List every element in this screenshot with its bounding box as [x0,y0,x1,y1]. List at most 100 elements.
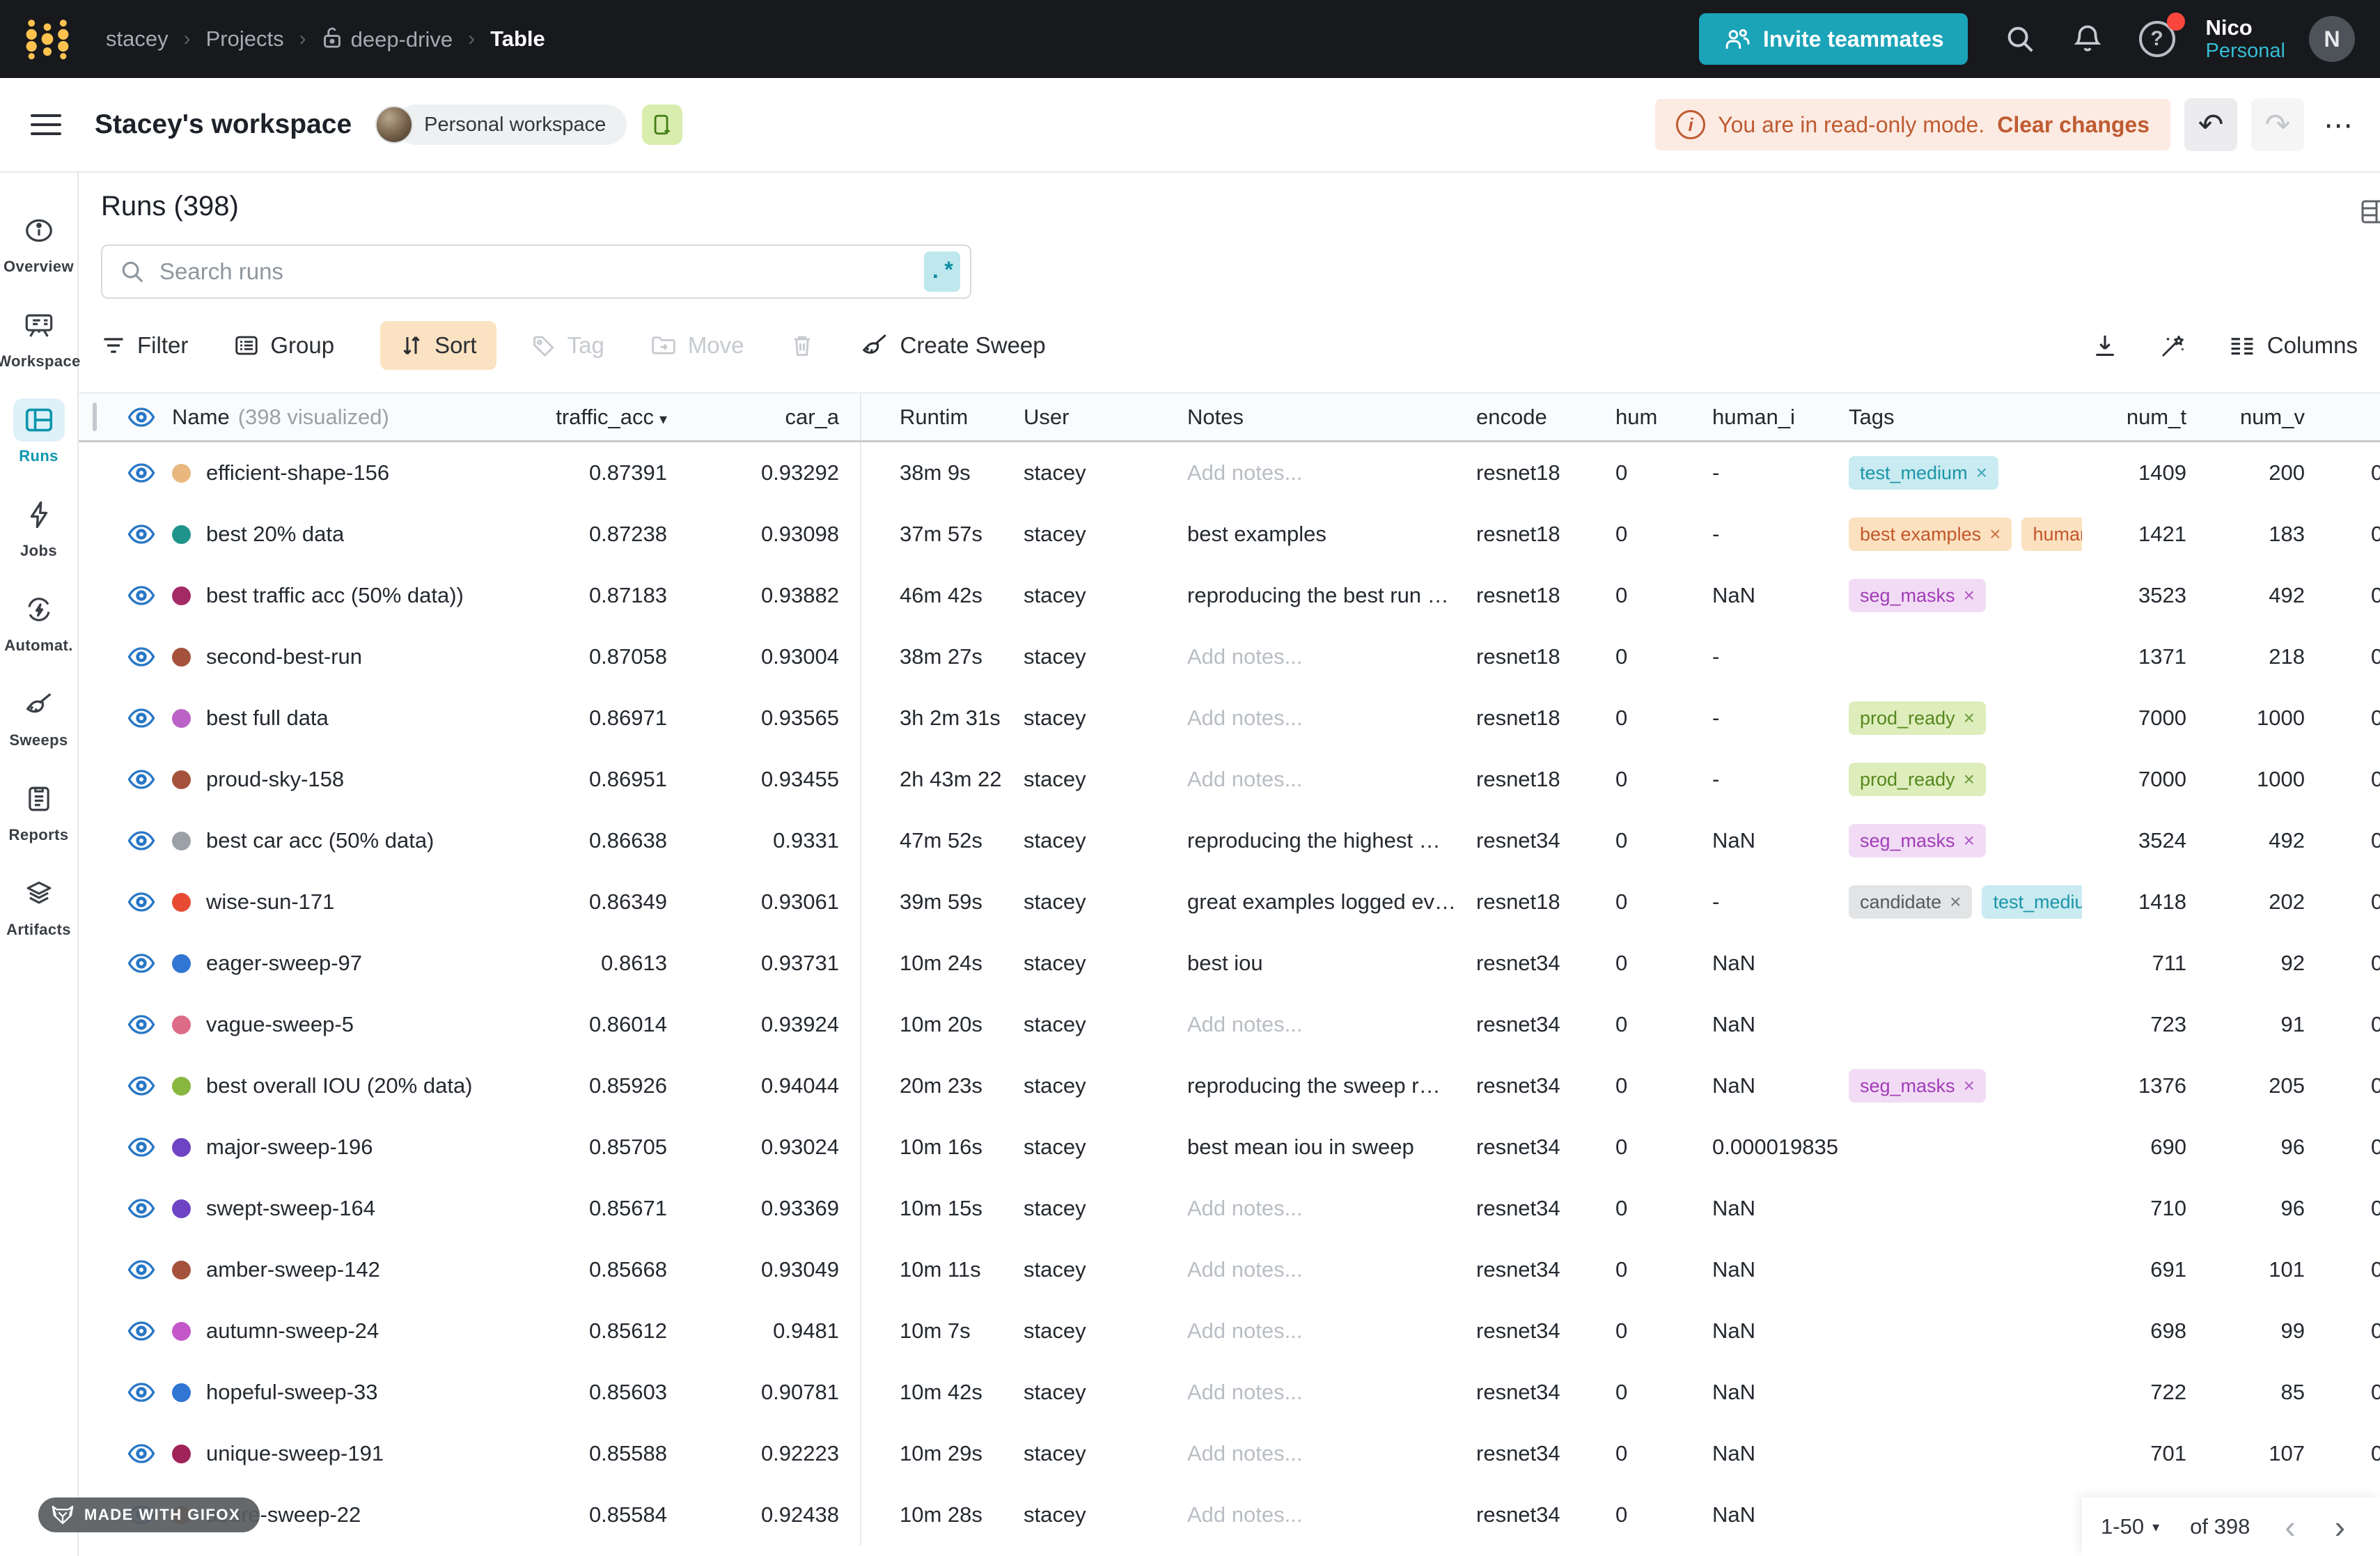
run-name-cell[interactable]: eager-sweep-97 [162,951,538,976]
header-runtime[interactable]: Runtim [860,394,1024,440]
run-name-cell[interactable]: proud-sky-158 [162,767,538,792]
notes-cell[interactable]: Add notes... [1187,1196,1476,1221]
panel-layout-icon[interactable] [2359,198,2380,226]
visualize-run-eye-icon[interactable] [120,768,162,791]
prev-page-button[interactable]: ‹ [2280,1511,2299,1543]
help-icon[interactable]: ? [2139,21,2175,57]
notes-cell[interactable]: Add notes... [1187,644,1476,669]
remove-tag-icon[interactable]: × [1964,768,1975,791]
sidebar-item-artifacts[interactable]: Artifacts [0,859,78,954]
header-num-v[interactable]: num_v [2186,405,2305,430]
more-options-button[interactable]: ⋯ [2324,108,2355,142]
notes-cell[interactable]: reproducing the best run … [1187,583,1476,608]
visualize-run-eye-icon[interactable] [120,1320,162,1342]
visualize-run-eye-icon[interactable] [120,584,162,607]
workspace-type-badge[interactable]: Personal workspace [396,104,627,145]
visualize-run-eye-icon[interactable] [120,1136,162,1158]
notifications-bell-icon[interactable] [2072,23,2103,55]
filter-button[interactable]: Filter [101,332,188,359]
sidebar-item-reports[interactable]: Reports [0,765,78,859]
run-name-cell[interactable]: unique-sweep-191 [162,1441,538,1466]
run-name-cell[interactable]: best overall IOU (20% data) [162,1073,538,1098]
breadcrumb-project[interactable]: deep-drive [322,26,453,52]
run-name-cell[interactable]: best traffic acc (50% data)) [162,583,538,608]
run-name-cell[interactable]: amber-sweep-142 [162,1257,538,1282]
header-num-t[interactable]: num_t [2082,405,2186,430]
header-hum[interactable]: hum [1608,405,1709,430]
breadcrumb-entity[interactable]: stacey [106,26,169,52]
run-name-cell[interactable]: autumn-sweep-24 [162,1318,538,1344]
next-page-button[interactable]: › [2331,1511,2349,1543]
redo-button[interactable]: ↷ [2251,98,2304,151]
sidebar-item-sweeps[interactable]: Sweeps [0,670,78,765]
move-button[interactable]: Move [650,332,744,359]
run-name-cell[interactable]: wise-sun-171 [162,889,538,915]
run-name-cell[interactable]: vague-sweep-5 [162,1012,538,1037]
export-download-button[interactable] [2092,332,2118,359]
page-size-select[interactable]: 1-50▾ [2101,1514,2159,1539]
visualize-run-eye-icon[interactable] [120,462,162,484]
header-name[interactable]: Name (398 visualized) [162,405,538,430]
notes-cell[interactable]: great examples logged ev… [1187,889,1476,915]
remove-tag-icon[interactable]: × [1964,1075,1975,1097]
clear-changes-link[interactable]: Clear changes [1997,112,2150,138]
regex-toggle[interactable]: .* [924,251,960,292]
run-name-cell[interactable]: best 20% data [162,522,538,547]
remove-tag-icon[interactable]: × [1964,830,1975,852]
undo-button[interactable]: ↶ [2184,98,2237,151]
notes-cell[interactable]: best mean iou in sweep [1187,1135,1476,1160]
visualize-run-eye-icon[interactable] [120,1197,162,1220]
notes-cell[interactable]: Add notes... [1187,1012,1476,1037]
notes-cell[interactable]: Add notes... [1187,1380,1476,1405]
notes-cell[interactable]: Add notes... [1187,460,1476,485]
sort-button[interactable]: Sort [380,321,496,370]
notes-cell[interactable]: reproducing the highest … [1187,828,1476,853]
visualize-run-eye-icon[interactable] [120,646,162,668]
visualize-run-eye-icon[interactable] [120,891,162,913]
run-name-cell[interactable]: swept-sweep-164 [162,1196,538,1221]
notes-cell[interactable]: Add notes... [1187,1502,1476,1527]
visualize-run-eye-icon[interactable] [120,1442,162,1465]
header-traffic-acc[interactable]: traffic_acc▾ [538,405,667,430]
invite-teammates-button[interactable]: Invite teammates [1699,13,1968,65]
header-human-i[interactable]: human_i [1709,405,1849,430]
run-name-cell[interactable]: best full data [162,706,538,731]
sidebar-item-jobs[interactable]: Jobs [0,481,78,575]
remove-tag-icon[interactable]: × [1989,523,2001,545]
header-user[interactable]: User [1024,405,1187,430]
visualize-run-eye-icon[interactable] [120,1013,162,1036]
visualize-run-eye-icon[interactable] [120,1259,162,1281]
global-search-icon[interactable] [2004,23,2036,55]
header-car-a[interactable]: car_a [667,405,860,430]
remove-tag-icon[interactable]: × [1964,584,1975,607]
select-all-checkbox[interactable] [93,403,97,431]
magic-wand-button[interactable] [2159,332,2188,359]
tag-button[interactable]: Tag [531,332,604,359]
header-tags[interactable]: Tags [1849,405,2082,430]
workspace-menu-icon[interactable] [31,114,61,135]
visualize-run-eye-icon[interactable] [120,707,162,729]
remove-tag-icon[interactable]: × [1964,707,1975,729]
delete-button[interactable] [790,333,814,358]
notes-cell[interactable]: Add notes... [1187,706,1476,731]
run-name-cell[interactable]: hopeful-sweep-33 [162,1380,538,1405]
remove-tag-icon[interactable]: × [1976,462,1987,484]
notes-cell[interactable]: Add notes... [1187,1318,1476,1344]
create-sweep-button[interactable]: Create Sweep [860,332,1046,359]
search-runs-input[interactable] [159,258,924,285]
visualize-run-eye-icon[interactable] [120,952,162,974]
visualize-all-eye-icon[interactable] [120,406,162,428]
notes-cell[interactable]: best iou [1187,951,1476,976]
user-menu[interactable]: Nico Personal [2206,15,2285,63]
run-name-cell[interactable]: major-sweep-196 [162,1135,538,1160]
notes-cell[interactable]: Add notes... [1187,767,1476,792]
sidebar-item-automations[interactable]: Automat. [0,575,78,670]
remove-tag-icon[interactable]: × [1950,891,1961,913]
notes-cell[interactable]: Add notes... [1187,1257,1476,1282]
user-avatar[interactable]: N [2309,16,2355,62]
visualize-run-eye-icon[interactable] [120,1381,162,1403]
notes-cell[interactable]: Add notes... [1187,1441,1476,1466]
header-encoder[interactable]: encode [1476,405,1608,430]
columns-button[interactable]: Columns [2228,332,2358,359]
header-notes[interactable]: Notes [1187,405,1476,430]
